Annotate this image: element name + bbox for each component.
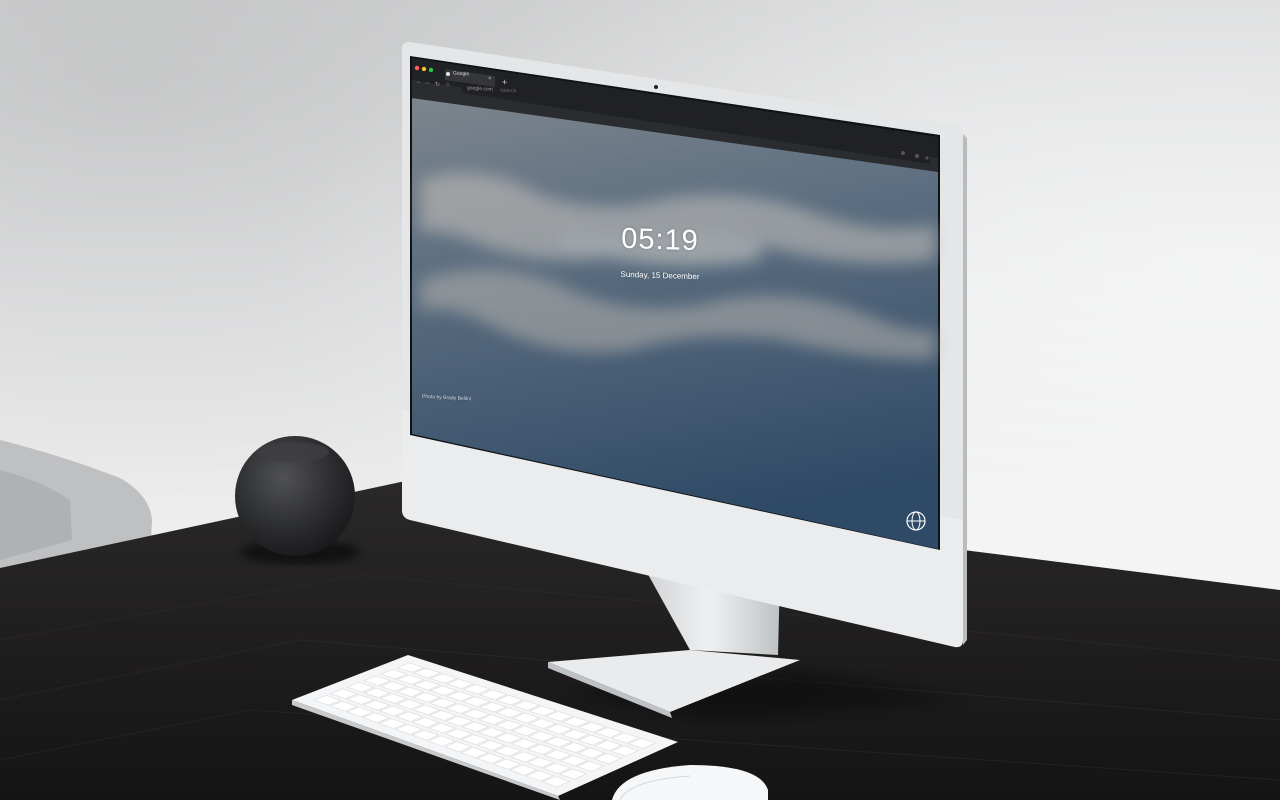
maximize-window-button[interactable] (428, 67, 434, 73)
home-icon[interactable]: ⌂ (446, 82, 450, 88)
monitor-edge (963, 134, 967, 645)
menu-icon (925, 156, 929, 160)
google-favicon (446, 72, 450, 76)
minimize-window-button[interactable] (421, 66, 427, 72)
webcam (654, 85, 658, 89)
back-icon[interactable]: ← (416, 79, 422, 85)
clock-time: 05:19 (621, 222, 699, 258)
profile-icon (901, 151, 905, 155)
address-bar-query: /search (500, 87, 517, 95)
new-tab-icon[interactable]: + (502, 77, 507, 87)
tab-title[interactable]: Google (453, 71, 469, 78)
forward-icon[interactable]: → (424, 80, 430, 86)
reload-icon[interactable]: ↻ (435, 81, 440, 88)
extension-icon (915, 154, 919, 158)
tab-close-icon[interactable]: × (488, 76, 492, 82)
close-window-button[interactable] (414, 65, 420, 71)
desk-scene (0, 42, 1280, 800)
